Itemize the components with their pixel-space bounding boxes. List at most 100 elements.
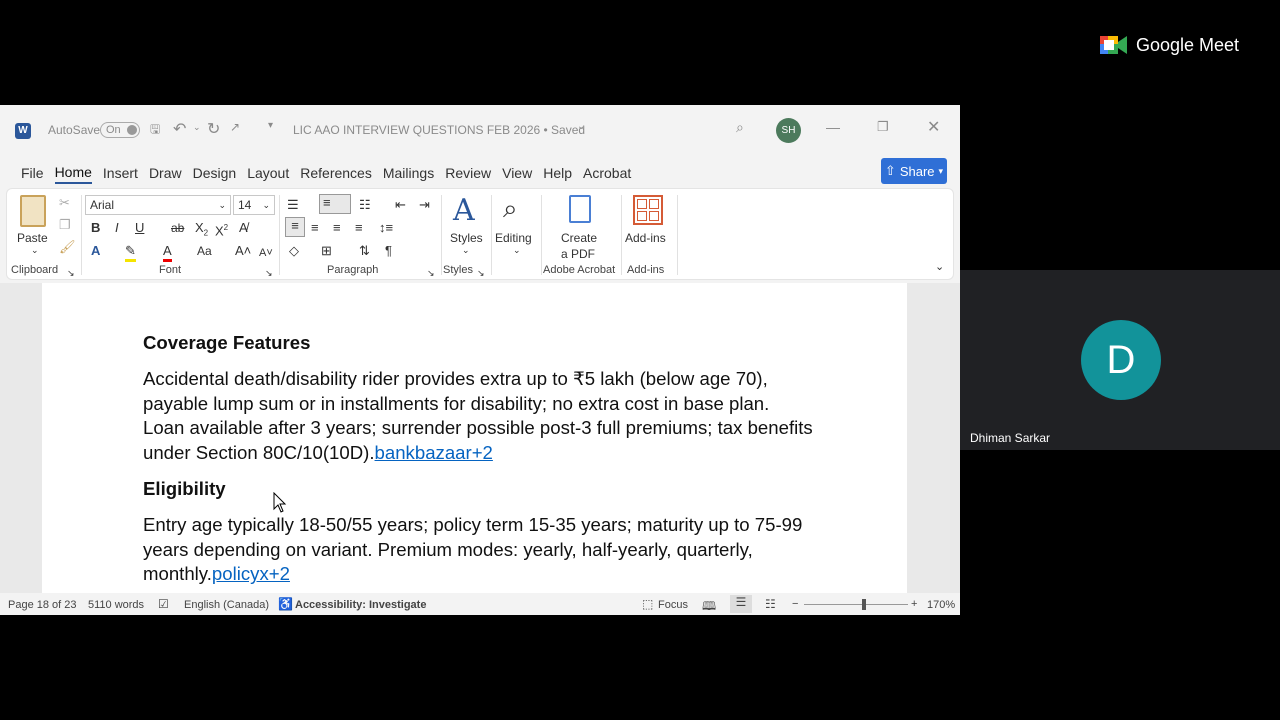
tab-review[interactable]: Review <box>445 163 491 183</box>
share-dropdown-icon: ▾ <box>938 165 944 176</box>
styles-button[interactable]: A Styles ⌄ <box>447 193 487 261</box>
format-painter-icon[interactable]: 🖌 <box>59 239 76 255</box>
bold-icon[interactable]: B <box>91 220 100 236</box>
zoom-slider-thumb[interactable] <box>862 599 866 610</box>
zoom-level[interactable]: 170% <box>927 599 955 611</box>
line-spacing-icon[interactable]: ↕≡ <box>379 220 393 236</box>
align-left-icon[interactable]: ≡ <box>285 217 305 237</box>
tab-draw[interactable]: Draw <box>149 163 182 183</box>
focus-icon[interactable]: ⬚ <box>642 597 653 611</box>
paragraph-launcher-icon[interactable]: ↘ <box>427 265 435 281</box>
zoom-out-icon[interactable]: − <box>792 598 798 610</box>
bullets-icon[interactable]: ☰ <box>287 197 299 213</box>
shrink-font-icon[interactable]: A˅ <box>259 245 273 261</box>
customize-qat-icon[interactable]: ▾ <box>268 120 273 131</box>
shading-icon[interactable]: ◇ <box>289 243 299 259</box>
document-title[interactable]: LIC AAO INTERVIEW QUESTIONS FEB 2026 • S… <box>293 123 585 137</box>
meet-camera-icon <box>1100 36 1127 54</box>
share-arrow-icon[interactable]: ↗ <box>230 120 240 134</box>
redo-icon[interactable]: ↻ <box>207 119 220 139</box>
subscript-icon[interactable]: X2 <box>195 220 208 242</box>
undo-dropdown-icon[interactable]: ⌄ <box>193 122 201 133</box>
copy-icon[interactable]: ❐ <box>59 217 71 233</box>
addins-button[interactable]: Add-ins <box>625 193 675 261</box>
font-color-icon[interactable]: A <box>163 243 172 262</box>
participant-tile[interactable]: D Dhiman Sarkar <box>960 270 1280 450</box>
zoom-in-icon[interactable]: + <box>911 598 917 610</box>
undo-icon[interactable]: ↶ <box>173 119 186 139</box>
title-bar: W AutoSave On 🖫 ↶ ⌄ ↻ ↗ ▾ LIC AAO INTERV… <box>0 105 960 155</box>
strikethrough-icon[interactable]: ab <box>171 220 184 236</box>
google-meet-logo: Google Meet <box>1100 34 1239 56</box>
proofing-icon[interactable]: ☑ <box>158 597 169 611</box>
font-size-select[interactable]: 14 ⌄ <box>233 195 275 215</box>
create-pdf-button[interactable]: Create a PDF <box>547 193 611 261</box>
sort-icon[interactable]: ⇅ <box>359 243 370 259</box>
show-marks-icon[interactable]: ¶ <box>385 243 392 259</box>
multilevel-list-icon[interactable]: ☷ <box>359 197 371 213</box>
autosave-label: AutoSave <box>48 123 101 137</box>
search-icon[interactable]: ⌕ <box>736 119 744 136</box>
language[interactable]: English (Canada) <box>184 599 269 611</box>
print-layout-icon[interactable]: ☰ <box>730 595 752 613</box>
heading-eligibility: Eligibility <box>143 478 226 499</box>
magnifier-icon: ⌕ <box>503 193 518 223</box>
focus-label[interactable]: Focus <box>658 599 688 611</box>
superscript-icon[interactable]: X2 <box>215 220 228 239</box>
restore-icon[interactable]: ❐ <box>877 119 889 135</box>
justify-icon[interactable]: ≡ <box>355 220 363 236</box>
web-layout-icon[interactable]: ☷ <box>765 597 776 611</box>
tab-acrobat[interactable]: Acrobat <box>583 163 631 183</box>
accessibility-status[interactable]: Accessibility: Investigate <box>295 599 426 611</box>
tab-insert[interactable]: Insert <box>103 163 138 183</box>
font-launcher-icon[interactable]: ↘ <box>265 265 273 281</box>
font-name-value: Arial <box>90 198 115 212</box>
text-effects-icon[interactable]: A <box>91 243 100 259</box>
tab-layout[interactable]: Layout <box>247 163 289 183</box>
styles-launcher-icon[interactable]: ↘ <box>477 265 485 281</box>
document-page[interactable]: Coverage Features Accidental death/disab… <box>42 283 907 593</box>
paste-button[interactable]: Paste ⌄ <box>13 193 53 259</box>
link-bankbazaar[interactable]: bankbazaar+2 <box>375 442 493 463</box>
user-avatar[interactable]: SH <box>776 118 801 143</box>
editing-button[interactable]: ⌕ Editing ⌄ <box>493 193 541 261</box>
tab-help[interactable]: Help <box>543 163 572 183</box>
save-icon[interactable]: 🖫 <box>150 120 160 141</box>
styles-icon: A <box>453 193 475 228</box>
numbering-icon[interactable]: ≡ <box>319 194 351 214</box>
grow-font-icon[interactable]: A˄ <box>235 243 251 259</box>
align-center-icon[interactable]: ≡ <box>311 220 319 236</box>
align-right-icon[interactable]: ≡ <box>333 220 341 236</box>
borders-icon[interactable]: ⊞ <box>321 243 332 259</box>
page-count[interactable]: Page 18 of 23 <box>8 599 77 611</box>
tab-view[interactable]: View <box>502 163 532 183</box>
cut-icon[interactable]: ✂ <box>59 195 70 211</box>
font-name-select[interactable]: Arial ⌄ <box>85 195 231 215</box>
status-bar: Page 18 of 23 5110 words ☑ English (Cana… <box>0 595 960 615</box>
title-chevron-icon[interactable]: ⌄ <box>577 121 585 132</box>
tab-mailings[interactable]: Mailings <box>383 163 434 183</box>
zoom-slider[interactable] <box>804 599 908 610</box>
link-policyx[interactable]: policyx+2 <box>212 563 290 584</box>
word-count[interactable]: 5110 words <box>88 599 144 611</box>
mouse-cursor-icon <box>273 492 287 513</box>
font-group-label: Font <box>159 264 182 276</box>
share-button[interactable]: ⇧ Share ▾ <box>881 158 947 184</box>
minimize-icon[interactable]: — <box>826 119 840 135</box>
collapse-ribbon-icon[interactable]: ⌄ <box>935 259 944 275</box>
decrease-indent-icon[interactable]: ⇤ <box>395 197 406 213</box>
tab-home[interactable]: Home <box>54 162 92 184</box>
clear-formatting-icon[interactable]: A̸ <box>239 220 248 236</box>
clipboard-launcher-icon[interactable]: ↘ <box>67 265 75 281</box>
read-mode-icon[interactable]: 🕮 <box>702 597 716 615</box>
tab-file[interactable]: File <box>21 163 44 183</box>
tab-design[interactable]: Design <box>193 163 237 183</box>
close-icon[interactable]: ✕ <box>927 117 940 137</box>
change-case-icon[interactable]: Aa <box>197 243 212 259</box>
tab-references[interactable]: References <box>300 163 372 183</box>
underline-icon[interactable]: U <box>135 220 144 236</box>
autosave-toggle[interactable]: On <box>100 122 140 138</box>
highlight-icon[interactable]: ✎ <box>125 243 136 262</box>
italic-icon[interactable]: I <box>115 220 119 236</box>
increase-indent-icon[interactable]: ⇥ <box>419 197 430 213</box>
